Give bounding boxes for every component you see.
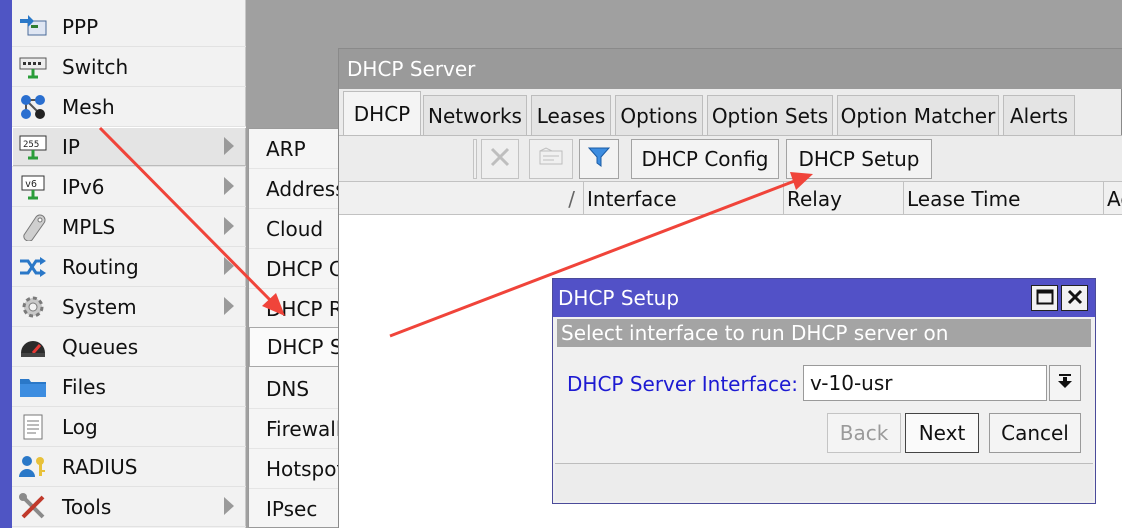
- folder-icon: [16, 372, 50, 402]
- menu-item-tools[interactable]: Tools: [12, 487, 246, 527]
- main-menu: PPP Switch Mesh 255 IP v6 IPv6 MPLS Rout…: [12, 0, 246, 528]
- log-icon: [16, 412, 50, 442]
- ppp-icon: [16, 12, 50, 42]
- dialog-instruction: Select interface to run DHCP server on: [557, 319, 1091, 347]
- close-icon: [1067, 286, 1083, 310]
- mesh-icon: [16, 92, 50, 122]
- menu-item-files[interactable]: Files: [12, 367, 246, 407]
- filter-funnel-icon: [587, 145, 611, 174]
- svg-text:255: 255: [23, 140, 39, 150]
- dhcp-config-button[interactable]: DHCP Config: [631, 139, 779, 179]
- tab-leases[interactable]: Leases: [531, 95, 611, 135]
- tools-icon: [16, 492, 50, 522]
- menu-item-mpls[interactable]: MPLS: [12, 207, 246, 247]
- menu-item-queues[interactable]: Queues: [12, 327, 246, 367]
- ipv6-icon: v6: [16, 172, 50, 202]
- menu-item-routing[interactable]: Routing: [12, 247, 246, 287]
- chevron-right-icon: [224, 217, 234, 235]
- tab-option-sets[interactable]: Option Sets: [707, 95, 833, 135]
- window-title: DHCP Server: [347, 57, 476, 81]
- window-title-bar[interactable]: DHCP Server: [339, 49, 1122, 89]
- ip-icon: 255: [16, 132, 50, 162]
- column-relay[interactable]: Relay: [783, 182, 903, 215]
- routing-icon: [16, 252, 50, 282]
- chevron-right-icon: [224, 257, 234, 275]
- interface-field-label: DHCP Server Interface:: [567, 372, 799, 396]
- menu-item-ipv6[interactable]: v6 IPv6: [12, 167, 246, 207]
- svg-text:v6: v6: [25, 179, 37, 190]
- switch-icon: [16, 52, 50, 82]
- mpls-icon: [16, 212, 50, 242]
- filter-button[interactable]: [579, 139, 619, 179]
- tab-alerts[interactable]: Alerts: [1003, 95, 1075, 135]
- chevron-right-icon: [224, 137, 234, 155]
- menu-item-system[interactable]: System: [12, 287, 246, 327]
- sort-column-header[interactable]: /: [471, 182, 583, 215]
- maximize-icon: [1036, 286, 1054, 310]
- left-accent-strip: [0, 0, 12, 528]
- tab-networks[interactable]: Networks: [423, 95, 527, 135]
- dialog-title: DHCP Setup: [558, 286, 680, 310]
- toolbar-edge-button: [473, 139, 477, 179]
- chevron-right-icon: [224, 497, 234, 515]
- dhcp-setup-button[interactable]: DHCP Setup: [786, 139, 932, 179]
- table-header: / Interface Relay Lease Time Ad: [339, 181, 1122, 215]
- column-address-pool[interactable]: Ad: [1103, 182, 1122, 215]
- menu-item-mesh[interactable]: Mesh: [12, 87, 246, 127]
- remove-x-icon: [489, 146, 511, 173]
- column-interface[interactable]: Interface: [583, 182, 783, 215]
- interface-dropdown-button[interactable]: [1049, 365, 1081, 401]
- tab-option-matcher[interactable]: Option Matcher: [837, 95, 999, 135]
- chevron-right-icon: [224, 177, 234, 195]
- system-gear-icon: [16, 292, 50, 322]
- tab-dhcp[interactable]: DHCP: [343, 91, 421, 135]
- radius-users-icon: [16, 452, 50, 482]
- menu-item-ip[interactable]: 255 IP: [12, 127, 246, 167]
- queues-icon: [16, 332, 50, 362]
- cancel-button[interactable]: Cancel: [989, 413, 1081, 453]
- comment-button[interactable]: [529, 139, 573, 179]
- dropdown-arrow-icon: [1056, 371, 1074, 395]
- dhcp-setup-dialog: DHCP Setup Select interface to run DHCP …: [552, 278, 1096, 504]
- interface-select-field[interactable]: v-10-usr: [803, 365, 1047, 401]
- tab-options[interactable]: Options: [615, 95, 703, 135]
- column-lease-time[interactable]: Lease Time: [903, 182, 1103, 215]
- toolbar: DHCP Config DHCP Setup: [339, 135, 1122, 181]
- chevron-right-icon: [224, 297, 234, 315]
- close-button[interactable]: [1061, 285, 1088, 311]
- maximize-button[interactable]: [1031, 285, 1058, 311]
- tab-bar: DHCP Networks Leases Options Option Sets…: [339, 89, 1122, 135]
- next-button[interactable]: Next: [905, 413, 979, 453]
- menu-item-ppp[interactable]: PPP: [12, 7, 246, 47]
- comment-note-icon: [538, 146, 564, 172]
- back-button[interactable]: Back: [827, 413, 901, 453]
- menu-item-radius[interactable]: RADIUS: [12, 447, 246, 487]
- dialog-status-bar: [555, 463, 1093, 501]
- menu-item-log[interactable]: Log: [12, 407, 246, 447]
- dialog-title-bar[interactable]: DHCP Setup: [553, 279, 1095, 317]
- remove-button[interactable]: [481, 139, 519, 179]
- menu-item-switch[interactable]: Switch: [12, 47, 246, 87]
